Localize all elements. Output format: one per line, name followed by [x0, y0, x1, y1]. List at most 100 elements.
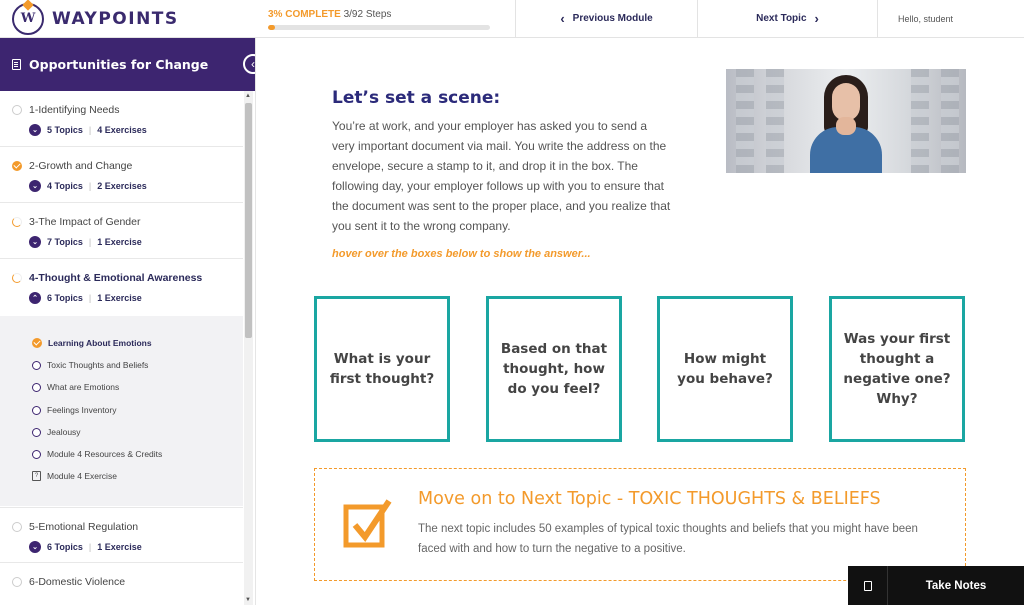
exercise-count: 1 Exercise: [97, 237, 142, 247]
scroll-up-arrow-icon[interactable]: ▲: [245, 93, 251, 99]
user-greeting[interactable]: Hello, student: [878, 0, 1024, 37]
progress-bar: [268, 25, 490, 30]
topic-label: What are Emotions: [47, 382, 120, 392]
next-topic-label: Next Topic: [756, 13, 807, 24]
compass-icon: W: [12, 2, 44, 35]
topic-label: Jealousy: [47, 427, 81, 437]
scene-paragraph: You’re at work, and your employer has as…: [332, 119, 671, 233]
course-title: Opportunities for Change: [29, 57, 209, 72]
exercise-count: 4 Exercises: [97, 125, 147, 135]
circle-icon: [32, 449, 41, 459]
topic-count: 7 Topics: [47, 237, 83, 247]
scene-heading: Let’s set a scene:: [332, 88, 501, 108]
topic-item[interactable]: What are Emotions: [32, 382, 119, 392]
exercise-count: 2 Exercises: [97, 181, 147, 191]
notepad-icon: [848, 566, 888, 605]
scrollbar-thumb[interactable]: [245, 103, 252, 338]
module-title: 2-Growth and Change: [29, 160, 133, 172]
topic-item[interactable]: Module 4 Resources & Credits: [32, 449, 162, 459]
previous-module-button[interactable]: ‹ Previous Module: [516, 0, 698, 37]
progress-percent: 3% COMPLETE: [268, 9, 341, 20]
topic-count: 4 Topics: [47, 181, 83, 191]
module-meta: ⌄ 4 Topics | 2 Exercises: [29, 180, 147, 192]
course-progress: 3% COMPLETE 3/92 Steps: [256, 0, 516, 37]
sidebar-module-4[interactable]: 4-Thought & Emotional Awareness ⌃ 6 Topi…: [0, 259, 243, 316]
next-topic-title: Move on to Next Topic - TOXIC THOUGHTS &…: [418, 489, 881, 509]
question-box-feelings[interactable]: Based on that thought, how do you feel?: [486, 296, 622, 442]
circle-icon: [32, 360, 41, 370]
module-title: 5-Emotional Regulation: [29, 521, 139, 533]
take-notes-button[interactable]: Take Notes: [848, 566, 1024, 605]
sidebar-module-6[interactable]: 6-Domestic Violence: [0, 563, 243, 605]
document-icon: [12, 59, 21, 70]
topic-label: Module 4 Resources & Credits: [47, 449, 163, 459]
chevron-down-icon[interactable]: ⌄: [29, 541, 41, 553]
topic-label: Feelings Inventory: [47, 405, 117, 415]
topic-label: Toxic Thoughts and Beliefs: [47, 360, 149, 370]
exercise-count: 1 Exercise: [97, 293, 142, 303]
status-partial-icon: [12, 217, 22, 227]
topic-item[interactable]: ? Module 4 Exercise: [32, 471, 117, 481]
chevron-down-icon[interactable]: ⌄: [29, 124, 41, 136]
chevron-up-icon[interactable]: ⌃: [29, 292, 41, 304]
module-meta: ⌄ 5 Topics | 4 Exercises: [29, 124, 147, 136]
logo-text: WAYPOINTS: [52, 8, 179, 29]
sidebar-scrollbar[interactable]: ▲ ▼: [244, 91, 253, 605]
topic-count: 5 Topics: [47, 125, 83, 135]
topic-item[interactable]: Learning About Emotions: [32, 338, 152, 348]
topic-item[interactable]: Jealousy: [32, 427, 81, 437]
scene-photo: [726, 69, 966, 173]
next-topic-button[interactable]: Next Topic ›: [698, 0, 878, 37]
check-complete-icon: [32, 338, 42, 348]
sidebar-module-1[interactable]: 1-Identifying Needs ⌄ 5 Topics | 4 Exerci…: [0, 91, 243, 147]
question-box-first-thought[interactable]: What is your first thought?: [314, 296, 450, 442]
sidebar-module-2[interactable]: 2-Growth and Change ⌄ 4 Topics | 2 Exerci…: [0, 147, 243, 203]
collapse-sidebar-button[interactable]: ‹: [243, 54, 255, 74]
circle-icon: [32, 382, 41, 392]
chevron-down-icon[interactable]: ⌄: [29, 236, 41, 248]
module-4-topic-list: Learning About Emotions Toxic Thoughts a…: [0, 316, 243, 506]
status-empty-icon: [12, 522, 22, 532]
chevron-left-icon: ‹: [560, 11, 565, 26]
status-complete-icon: [12, 161, 22, 171]
question-box-behavior[interactable]: How might you behave?: [657, 296, 793, 442]
status-empty-icon: [12, 105, 22, 115]
lesson-content: Let’s set a scene: You’re at work, and y…: [256, 38, 1024, 605]
quiz-icon: ?: [32, 471, 41, 481]
next-topic-callout[interactable]: Move on to Next Topic - TOXIC THOUGHTS &…: [314, 468, 966, 581]
module-meta: ⌄ 7 Topics | 1 Exercise: [29, 236, 142, 248]
module-title: 3-The Impact of Gender: [29, 216, 141, 228]
circle-icon: [32, 427, 41, 437]
topic-item[interactable]: Feelings Inventory: [32, 405, 116, 415]
module-meta: ⌃ 6 Topics | 1 Exercise: [29, 292, 142, 304]
module-title: 4-Thought & Emotional Awareness: [29, 272, 203, 284]
scroll-down-arrow-icon[interactable]: ▼: [245, 597, 251, 603]
progress-steps: 3/92 Steps: [343, 9, 392, 20]
take-notes-label: Take Notes: [925, 579, 987, 592]
topic-item[interactable]: Toxic Thoughts and Beliefs: [32, 360, 148, 370]
hover-instruction: hover over the boxes below to show the a…: [332, 248, 591, 260]
status-partial-icon: [12, 273, 22, 283]
sidebar-header: Opportunities for Change ‹: [0, 38, 255, 91]
previous-module-label: Previous Module: [572, 13, 653, 24]
topic-label: Module 4 Exercise: [47, 471, 117, 481]
chevron-right-icon: ›: [814, 11, 819, 26]
course-sidebar: Opportunities for Change ‹ 1-Identifying…: [0, 38, 256, 605]
module-meta: ⌄ 6 Topics | 1 Exercise: [29, 541, 142, 553]
top-bar: W WAYPOINTS 3% COMPLETE 3/92 Steps ‹ Pre…: [0, 0, 1024, 38]
topic-count: 6 Topics: [47, 542, 83, 552]
module-title: 6-Domestic Violence: [29, 576, 126, 588]
sidebar-module-3[interactable]: 3-The Impact of Gender ⌄ 7 Topics | 1 Exe…: [0, 203, 243, 259]
circle-icon: [32, 405, 41, 415]
exercise-count: 1 Exercise: [97, 542, 142, 552]
question-box-negative-thought[interactable]: Was your first thought a negative one? W…: [829, 296, 965, 442]
checkbox-checked-icon: [343, 499, 392, 548]
module-title: 1-Identifying Needs: [29, 104, 120, 116]
next-topic-description: The next topic includes 50 examples of t…: [418, 523, 918, 555]
sidebar-module-5[interactable]: 5-Emotional Regulation ⌄ 6 Topics | 1 Exe…: [0, 507, 243, 563]
logo[interactable]: W WAYPOINTS: [0, 0, 256, 37]
chevron-down-icon[interactable]: ⌄: [29, 180, 41, 192]
topic-count: 6 Topics: [47, 293, 83, 303]
status-empty-icon: [12, 577, 22, 587]
topic-label: Learning About Emotions: [48, 338, 152, 348]
